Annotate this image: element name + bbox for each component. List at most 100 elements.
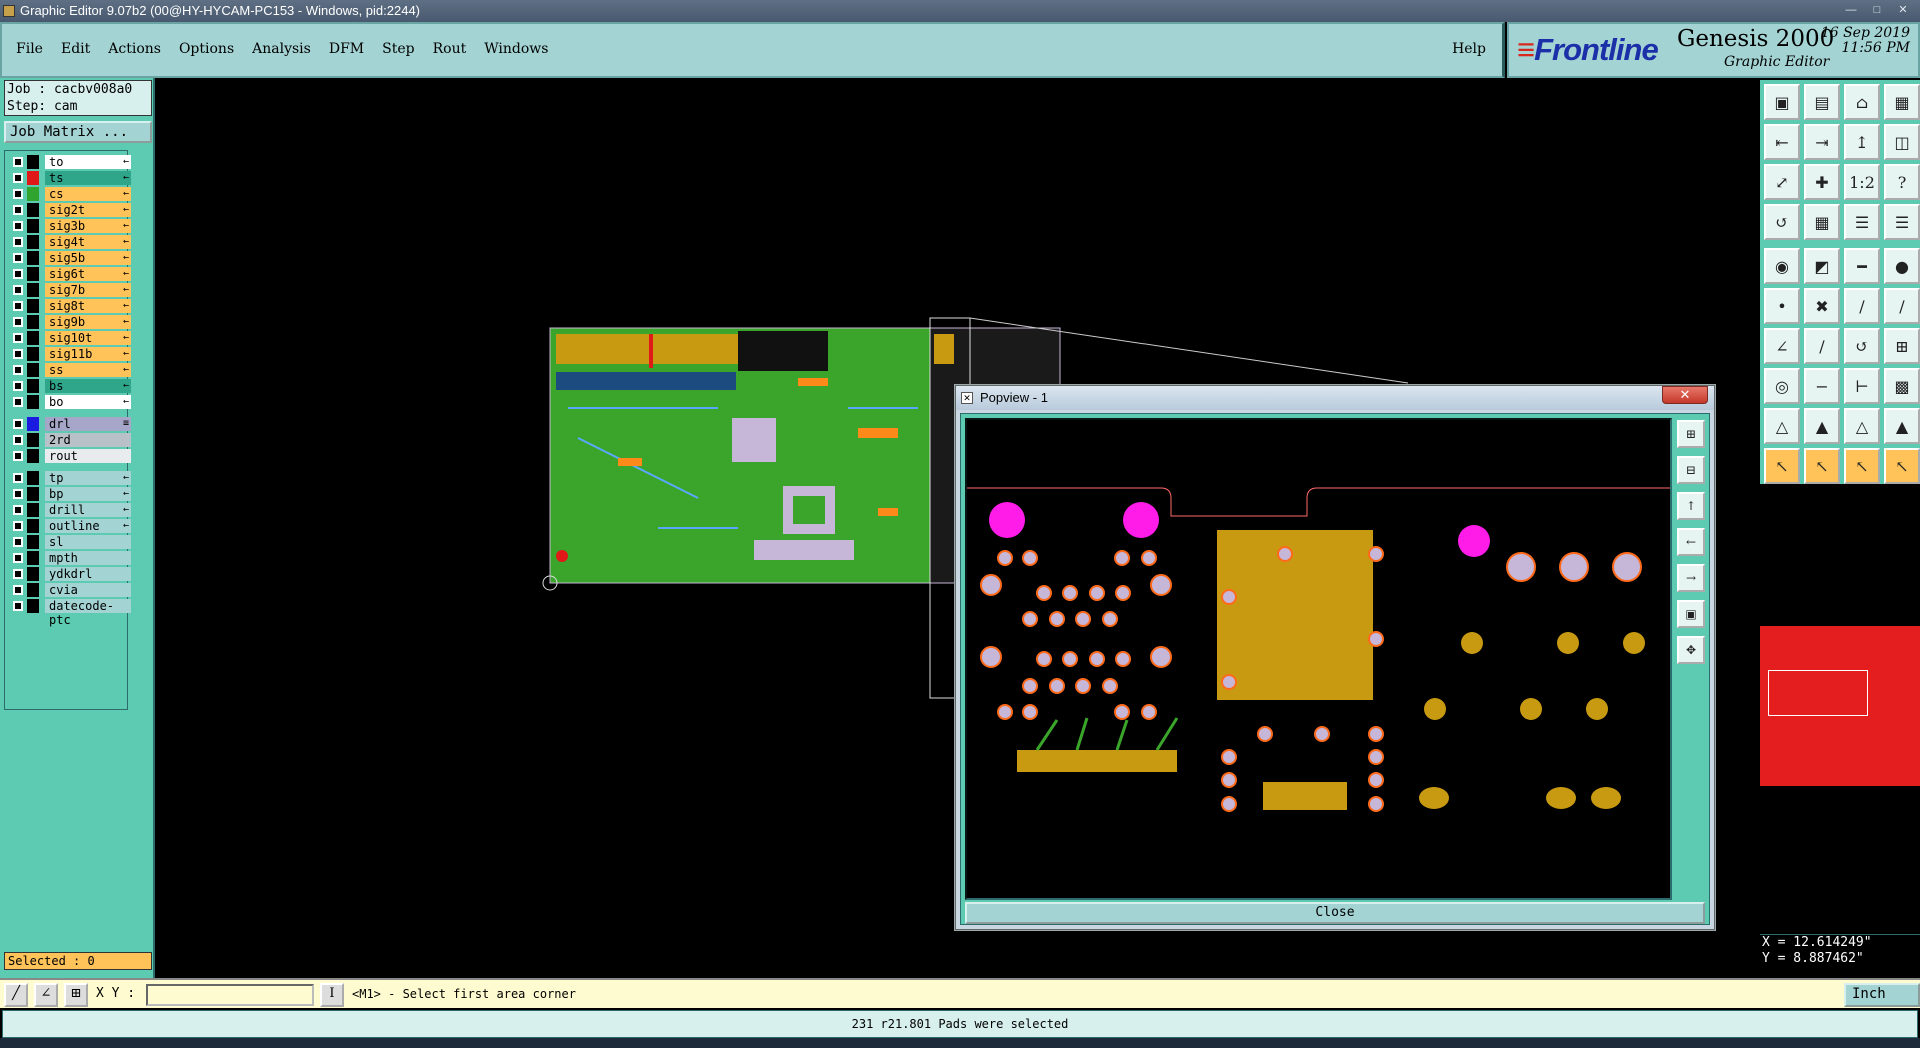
menu-options[interactable]: Options	[179, 41, 234, 57]
menu-actions[interactable]: Actions	[108, 41, 161, 57]
layer-row-sig3b[interactable]: sig3b ←	[9, 219, 131, 233]
layer-checkbox[interactable]	[13, 569, 23, 579]
layer-row-bp[interactable]: bp ←	[9, 487, 131, 501]
layer-row-rout[interactable]: rout	[9, 449, 131, 463]
layer-name[interactable]: bs ←	[45, 379, 131, 393]
popview-pan-right-icon[interactable]: →	[1677, 564, 1705, 592]
layer-row-drl[interactable]: drl ≡	[9, 417, 131, 431]
popview-close-icon[interactable]: ✕	[1662, 386, 1708, 404]
pan-up-icon[interactable]: ↥	[1844, 124, 1880, 160]
layer-checkbox[interactable]	[13, 173, 23, 183]
layers-red-icon[interactable]: ☰	[1884, 204, 1920, 240]
add-node-icon[interactable]: •	[1764, 288, 1800, 324]
menu-dfm[interactable]: DFM	[329, 41, 364, 57]
layer-affected-icon[interactable]: ←	[123, 471, 129, 485]
layer-row-bo[interactable]: bo ←	[9, 395, 131, 409]
layer-color-swatch[interactable]	[27, 363, 39, 377]
layer-row-cs[interactable]: cs ←	[9, 187, 131, 201]
fit-icon[interactable]: ⤢	[1764, 164, 1800, 200]
layer-color-swatch[interactable]	[27, 487, 39, 501]
popview-pan-up-icon[interactable]: ↑	[1677, 492, 1705, 520]
layer-affected-icon[interactable]: ←	[123, 487, 129, 501]
layer-row-mpth[interactable]: mpth	[9, 551, 131, 565]
layer-row-sig4t[interactable]: sig4t ←	[9, 235, 131, 249]
overview-map[interactable]	[1760, 626, 1920, 786]
minimize-icon[interactable]: —	[1840, 2, 1862, 18]
zoom-box-icon[interactable]: ▤	[1804, 84, 1840, 120]
arc-icon[interactable]: ↺	[1844, 328, 1880, 364]
layer-color-swatch[interactable]	[27, 283, 39, 297]
layer-checkbox[interactable]	[13, 397, 23, 407]
layer-name[interactable]: sig8t ←	[45, 299, 131, 313]
popview-canvas[interactable]	[965, 418, 1672, 900]
layer-name[interactable]: 2rd	[45, 433, 131, 447]
layer-name[interactable]: tp ←	[45, 471, 131, 485]
help-icon[interactable]: ?	[1884, 164, 1920, 200]
select-icon[interactable]: ↖	[1764, 448, 1800, 484]
layer-name[interactable]: sig6t ←	[45, 267, 131, 281]
select-2-icon[interactable]: ↖	[1804, 448, 1840, 484]
layer-color-swatch[interactable]	[27, 331, 39, 345]
layer-row-sig10t[interactable]: sig10t ←	[9, 331, 131, 345]
layer-row-ts[interactable]: ts ←	[9, 171, 131, 185]
layer-checkbox[interactable]	[13, 521, 23, 531]
layer-color-swatch[interactable]	[27, 203, 39, 217]
pad-icon[interactable]: ●	[1884, 248, 1920, 284]
layer-row-sig11b[interactable]: sig11b ←	[9, 347, 131, 361]
close-icon[interactable]: ✕	[1892, 2, 1914, 18]
layer-name[interactable]: sig10t ←	[45, 331, 131, 345]
ruler-icon[interactable]: ━	[1844, 248, 1880, 284]
layer-color-swatch[interactable]	[27, 267, 39, 281]
angle-tool-icon[interactable]: ∠	[34, 983, 58, 1007]
layer-color-swatch[interactable]	[27, 567, 39, 581]
layer-affected-icon[interactable]: ←	[123, 171, 129, 185]
layer-name[interactable]: mpth	[45, 551, 131, 565]
connect-icon[interactable]: ∕	[1844, 288, 1880, 324]
layer-affected-icon[interactable]: ←	[123, 503, 129, 517]
layer-color-swatch[interactable]	[27, 187, 39, 201]
layer-color-swatch[interactable]	[27, 433, 39, 447]
layer-row-sig6t[interactable]: sig6t ←	[9, 267, 131, 281]
layer-checkbox[interactable]	[13, 349, 23, 359]
pan-right-icon[interactable]: ⇥	[1804, 124, 1840, 160]
popview-zoom-out-icon[interactable]: ⊟	[1677, 456, 1705, 484]
layer-affected-icon[interactable]: ←	[123, 267, 129, 281]
layer-row-sig2t[interactable]: sig2t ←	[9, 203, 131, 217]
snapshot-icon[interactable]: ▣	[1764, 84, 1800, 120]
cross-link-icon[interactable]: ⊢	[1844, 368, 1880, 404]
bracket-icon[interactable]: ⊞	[1884, 328, 1920, 364]
layer-color-swatch[interactable]	[27, 155, 39, 169]
center-icon[interactable]: ✚	[1804, 164, 1840, 200]
layer-affected-icon[interactable]: ←	[123, 235, 129, 249]
popview-pan-left-icon[interactable]: ←	[1677, 528, 1705, 556]
layer-name[interactable]: sig11b ←	[45, 347, 131, 361]
layer-affected-icon[interactable]: ←	[123, 519, 129, 533]
layer-color-swatch[interactable]	[27, 599, 39, 613]
overview-view-frame[interactable]	[1768, 670, 1868, 716]
layer-color-swatch[interactable]	[27, 583, 39, 597]
layer-name[interactable]: drl ≡	[45, 417, 131, 431]
menu-analysis[interactable]: Analysis	[252, 41, 311, 57]
multi-pad-icon[interactable]: ▩	[1884, 368, 1920, 404]
unit-selector[interactable]: Inch	[1844, 983, 1920, 1007]
menu-windows[interactable]: Windows	[484, 41, 548, 57]
layer-affected-icon[interactable]: ←	[123, 155, 129, 169]
layer-name[interactable]: ss ←	[45, 363, 131, 377]
menu-rout[interactable]: Rout	[433, 41, 467, 57]
layer-color-swatch[interactable]	[27, 417, 39, 431]
layer-checkbox[interactable]	[13, 317, 23, 327]
layer-affected-icon[interactable]: ←	[123, 363, 129, 377]
layer-affected-icon[interactable]: ←	[123, 347, 129, 361]
layer-row-datecode-ptc[interactable]: datecode-ptc	[9, 599, 131, 627]
slash-icon[interactable]: ∕	[1804, 328, 1840, 364]
layer-checkbox[interactable]	[13, 435, 23, 445]
layer-name[interactable]: outline ←	[45, 519, 131, 533]
triangle-3-icon[interactable]: △	[1844, 408, 1880, 444]
pad-link-icon[interactable]: ◎	[1764, 368, 1800, 404]
layer-color-swatch[interactable]	[27, 171, 39, 185]
layout-icon[interactable]: ▦	[1884, 84, 1920, 120]
layer-affected-icon[interactable]: ←	[123, 187, 129, 201]
layer-name[interactable]: sig3b ←	[45, 219, 131, 233]
layer-row-bs[interactable]: bs ←	[9, 379, 131, 393]
menu-file[interactable]: File	[16, 41, 43, 57]
